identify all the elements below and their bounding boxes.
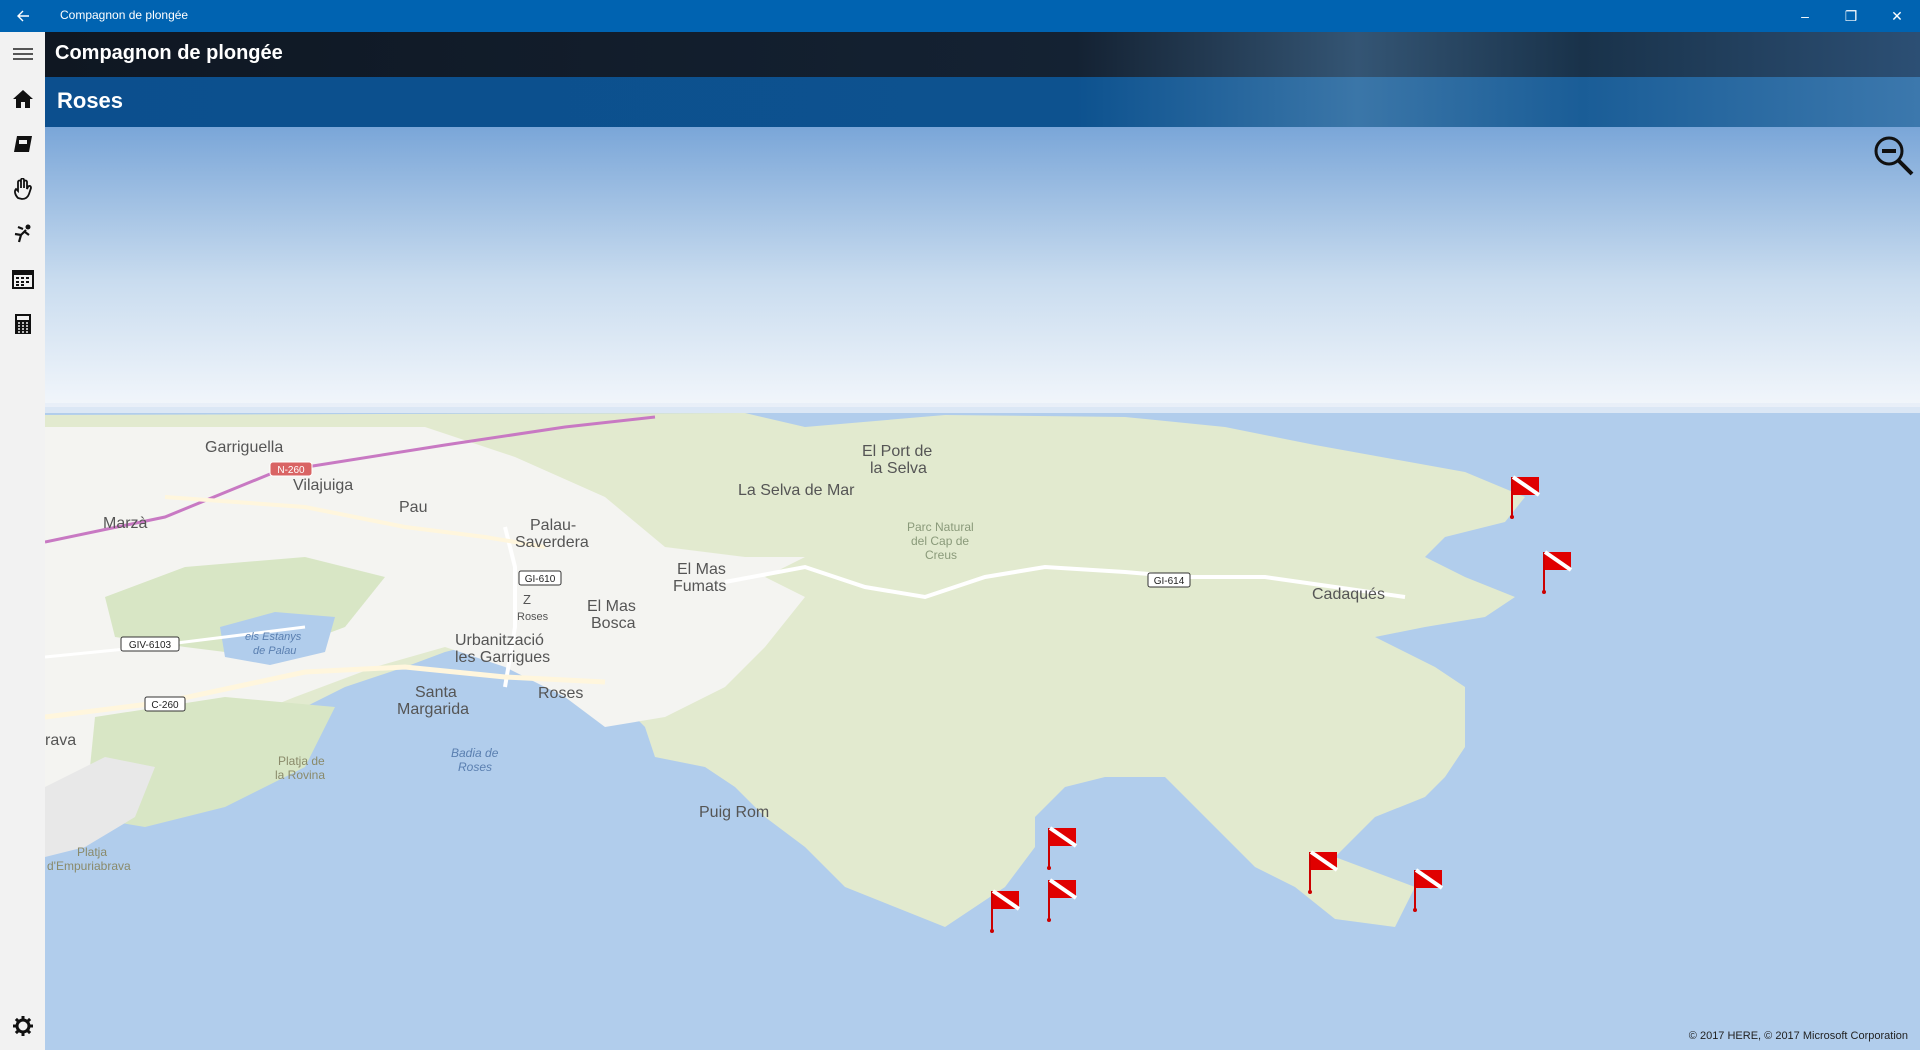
label-parc-3: Creus xyxy=(925,548,957,562)
road-shield-n260: N-260 xyxy=(269,461,313,477)
road-shield-c260: C-260 xyxy=(144,696,186,712)
location-title: Roses xyxy=(57,88,124,113)
label-puig-rom: Puig Rom xyxy=(699,804,769,821)
restore-button[interactable]: ❐ xyxy=(1828,0,1874,32)
label-parc-2: del Cap de xyxy=(911,534,969,548)
map-copyright: © 2017 HERE, © 2017 Microsoft Corporatio… xyxy=(1688,1030,1908,1042)
label-vilajuiga: Vilajuiga xyxy=(293,477,353,494)
label-santa-2: Margarida xyxy=(397,701,469,718)
label-palau-2: Saverdera xyxy=(515,534,589,551)
map-canvas[interactable]: N-260 GI-610 GIV-6103 C-260 GI-614 Garri… xyxy=(45,127,1920,1050)
label-urb-2: les Garrigues xyxy=(455,649,550,666)
label-marza: Marzà xyxy=(103,515,148,532)
svg-text:GI-610: GI-610 xyxy=(525,574,556,585)
back-arrow-icon[interactable] xyxy=(0,0,46,32)
road-shield-gi614: GI-614 xyxy=(1147,572,1191,588)
label-rava: rava xyxy=(45,732,76,749)
label-platja-1: Platja de xyxy=(278,754,325,768)
label-estanys-1: els Estanys xyxy=(245,631,302,643)
calendar-icon[interactable] xyxy=(0,257,45,301)
calculator-icon[interactable] xyxy=(0,302,45,346)
window-title: Compagnon de plongée xyxy=(60,8,189,22)
sky-horizon xyxy=(45,127,1920,407)
svg-text:GI-614: GI-614 xyxy=(1154,576,1185,587)
label-mas-bosca-1: El Mas xyxy=(587,598,636,615)
home-icon[interactable] xyxy=(0,77,45,121)
label-garriguella: Garriguella xyxy=(205,439,283,456)
label-cadaques: Cadaqués xyxy=(1312,586,1385,603)
nav-rail xyxy=(0,32,45,1050)
label-empuriabrava-2: d'Empuriabrava xyxy=(47,859,131,873)
label-port-2: la Selva xyxy=(870,460,927,477)
label-selva: La Selva de Mar xyxy=(738,482,855,499)
road-shield-giv6103: GIV-6103 xyxy=(120,636,180,652)
label-empuriabrava-1: Platja xyxy=(77,845,107,859)
label-urb-1: Urbanització xyxy=(455,632,544,649)
app-title: Compagnon de plongée xyxy=(55,42,283,64)
location-header: Roses xyxy=(45,77,1920,127)
diver-icon[interactable] xyxy=(0,212,45,256)
menu-icon[interactable] xyxy=(0,32,45,76)
map-view[interactable]: N-260 GI-610 GIV-6103 C-260 GI-614 Garri… xyxy=(45,127,1920,1050)
label-z: Z xyxy=(523,592,531,607)
label-port-1: El Port de xyxy=(862,443,932,460)
label-badia-1: Badia de xyxy=(451,746,499,760)
gear-icon[interactable] xyxy=(0,1004,45,1048)
label-platja-2: la Rovina xyxy=(275,768,325,782)
label-roses: Roses xyxy=(538,685,583,702)
minimize-button[interactable]: – xyxy=(1782,0,1828,32)
svg-text:GIV-6103: GIV-6103 xyxy=(129,640,172,651)
label-mas-fumats-2: Fumats xyxy=(673,578,726,595)
window-titlebar: Compagnon de plongée – ❐ ✕ xyxy=(0,0,1920,32)
zoom-out-icon[interactable] xyxy=(1872,134,1916,178)
logbook-icon[interactable] xyxy=(0,122,45,166)
hand-signals-icon[interactable] xyxy=(0,167,45,211)
label-mas-bosca-2: Bosca xyxy=(591,615,636,632)
close-button[interactable]: ✕ xyxy=(1874,0,1920,32)
svg-text:N-260: N-260 xyxy=(277,465,305,476)
label-badia-2: Roses xyxy=(458,760,492,774)
app-header: Compagnon de plongée xyxy=(45,32,1920,77)
label-estanys-2: de Palau xyxy=(253,645,296,657)
label-palau-1: Palau- xyxy=(530,517,576,534)
svg-text:C-260: C-260 xyxy=(151,700,179,711)
label-santa-1: Santa xyxy=(415,684,457,701)
label-parc-1: Parc Natural xyxy=(907,520,974,534)
label-mas-fumats-1: El Mas xyxy=(677,561,726,578)
horizon-haze xyxy=(45,403,1920,413)
label-pau: Pau xyxy=(399,499,427,516)
label-roses-small: Roses xyxy=(517,611,549,623)
road-shield-gi610: GI-610 xyxy=(518,570,562,586)
